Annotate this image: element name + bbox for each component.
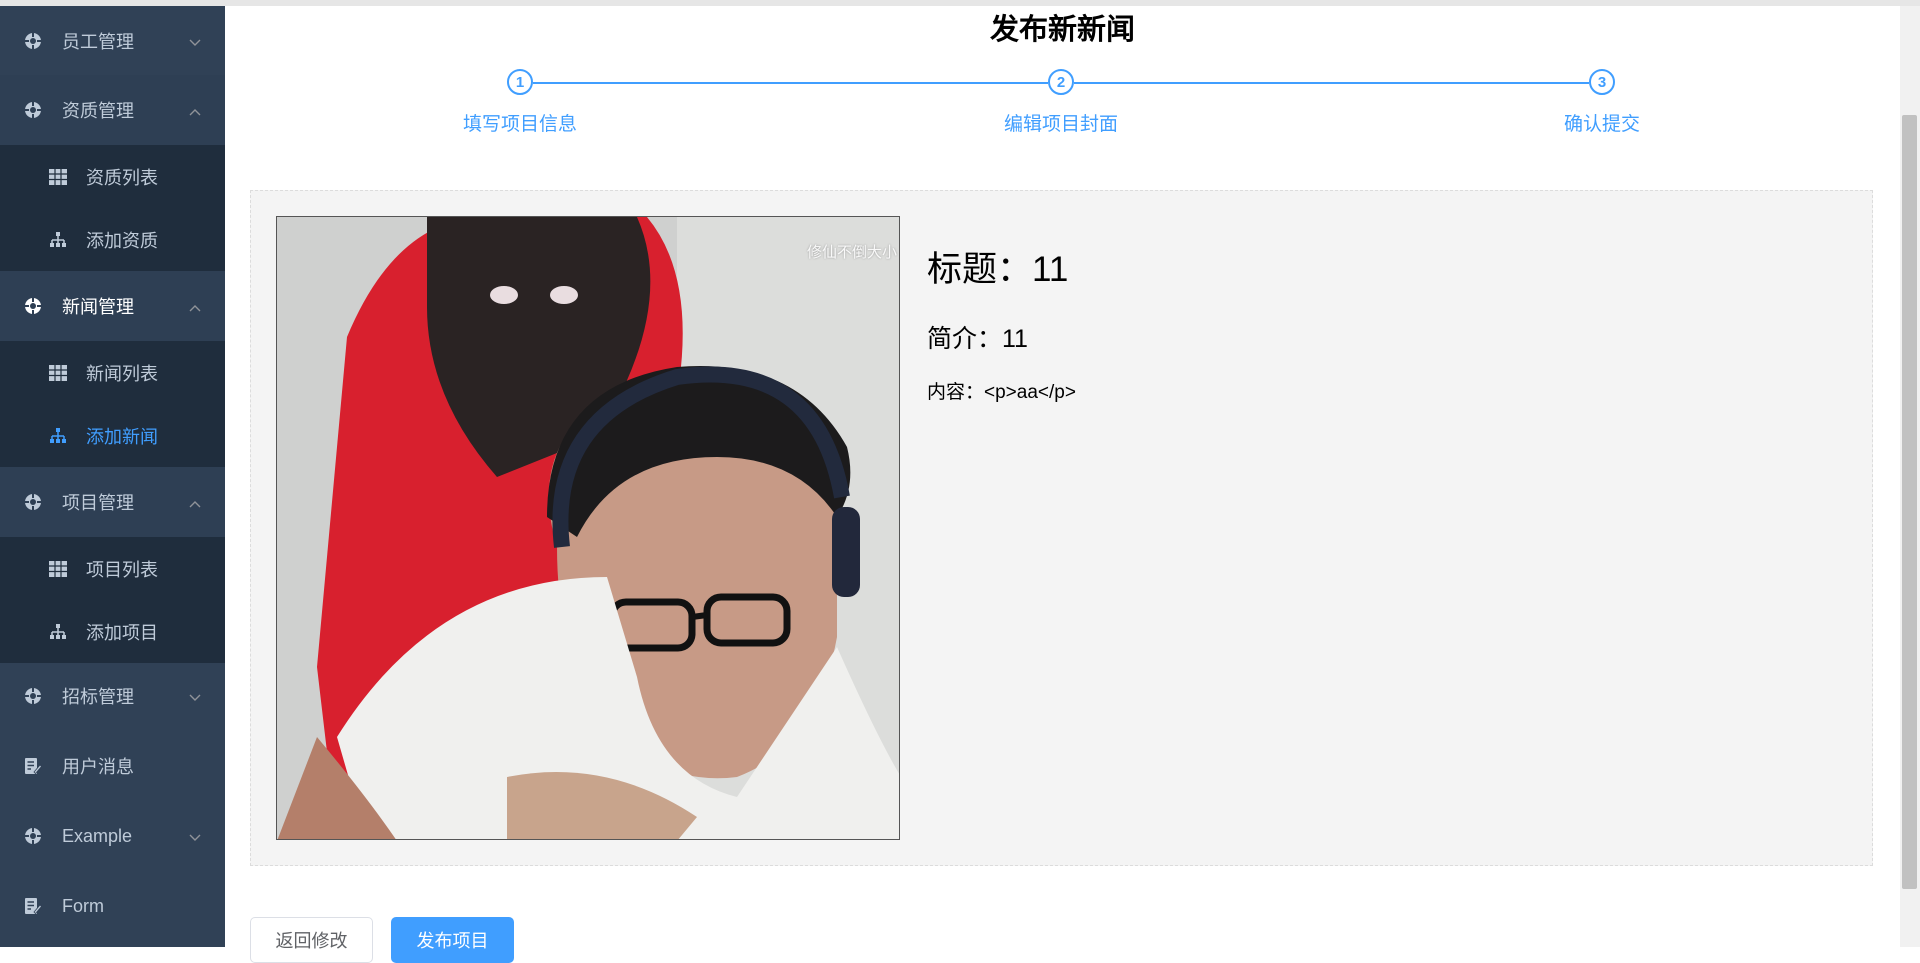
chevron-up-icon — [189, 495, 201, 513]
settings-icon — [22, 685, 44, 707]
sidebar-item-project[interactable]: 项目管理 — [0, 467, 225, 537]
cover-image: 修仙不倒大小 — [276, 216, 900, 840]
settings-icon — [22, 99, 44, 121]
sidebar-subitem-label: 新闻列表 — [86, 363, 158, 384]
sidebar-item-news[interactable]: 新闻管理 — [0, 271, 225, 341]
sidebar-subitem-add-news[interactable]: 添加新闻 — [0, 404, 225, 467]
tree-icon — [48, 622, 68, 642]
tree-icon — [48, 230, 68, 250]
table-icon — [48, 363, 68, 383]
step-connector — [533, 82, 1048, 84]
tree-icon — [48, 426, 68, 446]
sidebar-item-employee[interactable]: 员工管理 — [0, 6, 225, 75]
sidebar-item-label: 用户消息 — [62, 757, 134, 777]
step-2-label: 编辑项目封面 — [1003, 114, 1118, 135]
sidebar-subitem-add-project[interactable]: 添加项目 — [0, 600, 225, 663]
back-to-edit-button[interactable]: 返回修改 — [250, 917, 373, 963]
sidebar-item-bidding[interactable]: 招标管理 — [0, 661, 225, 731]
sidebar-item-form[interactable]: Form — [0, 871, 225, 941]
sidebar-item-qualification[interactable]: 资质管理 — [0, 75, 225, 145]
window-top-border — [0, 0, 1920, 6]
preview-content: 内容：<p>aa</p> — [927, 382, 1076, 403]
sidebar-item-label: 新闻管理 — [62, 297, 134, 317]
form-icon — [22, 895, 44, 917]
sidebar-item-user-messages[interactable]: 用户消息 — [0, 731, 225, 801]
sidebar-item-label: 资质管理 — [62, 101, 134, 121]
news-preview-panel: 修仙不倒大小 标题：11 简介：11 内容：<p>aa</p> — [250, 190, 1873, 866]
settings-icon — [22, 295, 44, 317]
step-3-label: 确认提交 — [1563, 114, 1640, 135]
sidebar-item-label: Form — [62, 895, 104, 916]
step-1-number: 1 — [507, 69, 533, 95]
cover-photo-illustration — [277, 217, 899, 839]
table-icon — [48, 559, 68, 579]
preview-intro: 简介：11 — [927, 325, 1028, 353]
sidebar-subitem-label: 项目列表 — [86, 559, 158, 580]
sidebar-subitem-project-list[interactable]: 项目列表 — [0, 537, 225, 600]
settings-icon — [22, 491, 44, 513]
cover-watermark: 修仙不倒大小 — [806, 244, 897, 261]
settings-icon — [22, 825, 44, 847]
steps-bar: 1 填写项目信息 2 编辑项目封面 3 确认提交 — [225, 0, 1900, 140]
chevron-down-icon — [189, 689, 201, 707]
step-3-number: 3 — [1589, 69, 1615, 95]
sidebar-subitem-label: 添加资质 — [86, 230, 158, 251]
scrollbar-thumb[interactable] — [1902, 115, 1917, 889]
sidebar-subitem-add-qualification[interactable]: 添加资质 — [0, 208, 225, 271]
preview-title: 标题：11 — [927, 250, 1069, 289]
sidebar-subitem-news-list[interactable]: 新闻列表 — [0, 341, 225, 404]
chevron-down-icon — [189, 829, 201, 847]
main-content: 发布新新闻 1 填写项目信息 2 编辑项目封面 3 确认提交 修仙不倒大小 标题… — [225, 0, 1900, 963]
step-1-label: 填写项目信息 — [462, 114, 577, 135]
chevron-up-icon — [189, 103, 201, 121]
sidebar-item-label: 招标管理 — [62, 687, 134, 707]
step-2-number: 2 — [1048, 69, 1074, 95]
sidebar-subitem-label: 添加新闻 — [86, 426, 158, 447]
step-connector — [1074, 82, 1589, 84]
sidebar-subitem-qualification-list[interactable]: 资质列表 — [0, 145, 225, 208]
publish-button[interactable]: 发布项目 — [391, 917, 514, 963]
sidebar: 员工管理 资质管理 资质列表 添加资质 新闻管理 新闻列表 添加新闻 项目管理 … — [0, 0, 225, 947]
form-icon — [22, 755, 44, 777]
sidebar-subitem-label: 资质列表 — [86, 167, 158, 188]
sidebar-item-label: 员工管理 — [62, 31, 134, 52]
sidebar-item-example[interactable]: Example — [0, 801, 225, 871]
sidebar-item-label: 项目管理 — [62, 493, 134, 513]
table-icon — [48, 167, 68, 187]
chevron-down-icon — [189, 34, 201, 52]
chevron-up-icon — [189, 299, 201, 317]
settings-icon — [22, 30, 44, 52]
sidebar-item-label: Example — [62, 825, 133, 846]
sidebar-subitem-label: 添加项目 — [86, 622, 158, 643]
